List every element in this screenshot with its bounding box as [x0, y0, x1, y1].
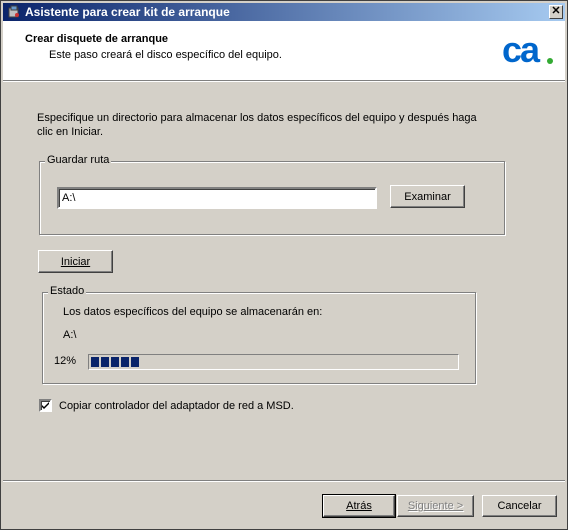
- save-path-input[interactable]: [57, 187, 377, 209]
- save-path-group-label: Guardar ruta: [45, 154, 112, 166]
- title-bar[interactable]: Asistente para crear kit de arranque ✕: [3, 3, 565, 21]
- browse-button[interactable]: Examinar: [390, 185, 465, 208]
- back-button-label: Atrás: [346, 500, 372, 512]
- page-subtitle: Este paso creará el disco específico del…: [49, 49, 282, 61]
- progress-block: [91, 357, 99, 367]
- progress-percent: 12%: [54, 355, 77, 367]
- checkmark-icon: [42, 402, 49, 409]
- progress-block: [101, 357, 109, 367]
- window-title: Asistente para crear kit de arranque: [25, 5, 230, 19]
- wizard-header: Crear disquete de arranque Este paso cre…: [3, 21, 565, 81]
- wizard-app-icon: [8, 5, 19, 18]
- wizard-window: Asistente para crear kit de arranque ✕ C…: [0, 0, 568, 530]
- next-button-label: Siguiente >: [407, 500, 464, 512]
- instructions-text: Especifique un directorio para almacenar…: [37, 112, 477, 138]
- copy-driver-checkbox[interactable]: [39, 399, 52, 412]
- status-path: A:\: [63, 329, 77, 341]
- page-title: Crear disquete de arranque: [25, 33, 169, 45]
- ca-logo: ca: [502, 31, 553, 70]
- close-button[interactable]: ✕: [549, 5, 563, 19]
- status-message: Los datos específicos del equipo se alma…: [63, 306, 323, 318]
- header-separator: [3, 81, 565, 82]
- start-button-label: Iniciar: [60, 255, 91, 268]
- cancel-button[interactable]: Cancelar: [482, 495, 557, 517]
- next-button[interactable]: Siguiente >: [397, 495, 474, 517]
- status-group-label: Estado: [48, 285, 87, 297]
- progress-block: [111, 357, 119, 367]
- progress-fill: [91, 357, 139, 367]
- footer-separator: [3, 480, 565, 482]
- logo-dot: [547, 58, 553, 64]
- close-icon: ✕: [551, 5, 561, 17]
- progress-block: [131, 357, 139, 367]
- copy-driver-label[interactable]: Copiar controlador del adaptador de red …: [59, 400, 294, 412]
- progress-block: [121, 357, 129, 367]
- logo-text: ca: [502, 31, 541, 70]
- back-button[interactable]: Atrás: [322, 494, 396, 518]
- progress-bar: [88, 354, 459, 370]
- start-button[interactable]: Iniciar: [38, 250, 113, 273]
